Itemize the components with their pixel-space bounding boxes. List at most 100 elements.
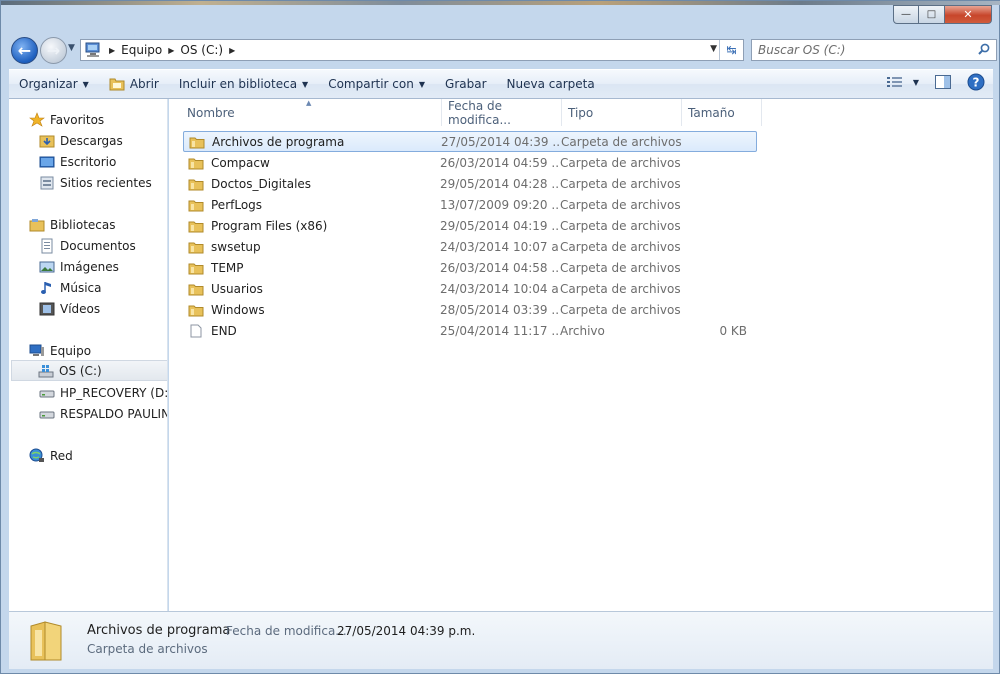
change-view-button[interactable]: ▼ xyxy=(886,76,919,88)
sidebar-item-computer[interactable]: Equipo xyxy=(29,340,91,361)
file-date: 26/03/2014 04:58 ... xyxy=(440,260,560,275)
column-header-label: Fecha de modifica... xyxy=(448,98,511,127)
sidebar-item-favorites[interactable]: Favoritos xyxy=(29,109,104,130)
navigation-bar: ← → ▼ ▶ Equipo ▶ OS (C:) ▶ ▼ ↹ xyxy=(9,31,999,65)
file-date: 24/03/2014 10:07 a... xyxy=(440,239,560,254)
file-name: swsetup xyxy=(211,239,261,254)
table-row[interactable]: PerfLogs 13/07/2009 09:20 ... Carpeta de a… xyxy=(183,194,757,215)
sidebar-item-drive-d[interactable]: HP_RECOVERY (D:) xyxy=(39,382,168,403)
open-label: Abrir xyxy=(129,77,159,91)
sidebar-item-images[interactable]: Imágenes xyxy=(39,256,119,277)
new-folder-button[interactable]: Nueva carpeta xyxy=(497,72,605,96)
view-controls: ▼ ? xyxy=(886,73,985,91)
folder-large-icon xyxy=(30,621,62,661)
table-row[interactable]: Doctos_Digitales 29/05/2014 04:28 ... Carp… xyxy=(183,173,757,194)
sidebar-item-label: Equipo xyxy=(50,343,92,358)
file-date: 25/04/2014 11:17 ... xyxy=(440,323,560,338)
search-icon[interactable] xyxy=(978,43,990,55)
column-header-label: Nombre xyxy=(187,105,235,120)
file-name: Archivos de programa xyxy=(212,134,345,149)
sidebar-item-downloads[interactable]: Descargas xyxy=(39,130,123,151)
file-name: TEMP xyxy=(211,260,244,275)
hard-drive-icon xyxy=(39,411,55,418)
chevron-down-icon: ▼ xyxy=(418,79,426,89)
sidebar-item-desktop[interactable]: Escritorio xyxy=(39,151,116,172)
search-input[interactable] xyxy=(752,41,962,59)
table-row[interactable]: END 25/04/2014 11:17 ... Archivo 0 KB xyxy=(183,320,757,341)
refresh-icon[interactable]: ↹ xyxy=(719,40,743,60)
sidebar-item-label: OS (C:) xyxy=(59,363,102,378)
file-size: 0 KB xyxy=(719,323,747,338)
help-icon[interactable]: ? xyxy=(967,73,985,91)
column-header-label: Tamaño xyxy=(688,105,735,120)
file-name-cell: Compacw xyxy=(183,156,440,170)
chevron-right-icon[interactable]: ▶ xyxy=(109,46,115,55)
table-row[interactable]: Windows 28/05/2014 03:39 ... Carpeta de ar… xyxy=(183,299,757,320)
sidebar-item-libraries[interactable]: Bibliotecas xyxy=(29,214,115,235)
file-type: Carpeta de archivos xyxy=(560,218,681,233)
details-view-icon xyxy=(886,77,902,87)
burn-label: Grabar xyxy=(445,77,487,91)
sidebar-item-network[interactable]: Red xyxy=(29,445,73,466)
address-dropdown-icon[interactable]: ▼ xyxy=(710,44,717,54)
sidebar-item-music[interactable]: Música xyxy=(39,277,102,298)
back-button[interactable]: ← xyxy=(11,37,38,64)
folder-icon xyxy=(188,221,204,232)
breadcrumb-equipo[interactable]: Equipo xyxy=(121,43,162,57)
column-header-name[interactable]: Nombre ▲ xyxy=(169,99,442,126)
computer-icon xyxy=(85,42,100,57)
include-label: Incluir en biblioteca xyxy=(178,77,298,91)
window-controls: — □ ✕ xyxy=(893,5,997,24)
address-bar[interactable]: ▶ Equipo ▶ OS (C:) ▶ ▼ ↹ xyxy=(80,39,744,61)
system-drive-icon xyxy=(38,364,54,377)
file-date: 28/05/2014 03:39 ... xyxy=(440,302,560,317)
preview-pane-icon[interactable] xyxy=(935,75,951,89)
file-type: Carpeta de archivos xyxy=(560,176,681,191)
table-row[interactable]: Usuarios 24/03/2014 10:04 a... Carpeta de … xyxy=(183,278,757,299)
sidebar-item-drive-e[interactable]: RESPALDO PAULINA xyxy=(39,403,167,424)
column-header-date[interactable]: Fecha de modifica... xyxy=(442,98,562,127)
forward-button[interactable]: → xyxy=(40,37,67,64)
folder-icon xyxy=(188,200,204,211)
file-date: 26/03/2014 04:59 ... xyxy=(440,155,560,170)
organize-label: Organizar xyxy=(19,77,78,91)
explorer-window: — □ ✕ ← → ▼ ▶ Equipo ▶ OS (C:) ▶ ▼ ↹ Bus… xyxy=(0,0,1000,674)
chevron-down-icon: ▼ xyxy=(302,79,309,89)
table-row[interactable]: TEMP 26/03/2014 04:58 ... Carpeta de archi… xyxy=(183,257,757,278)
details-item-type: Carpeta de archivos xyxy=(87,642,208,656)
file-type: Carpeta de archivos xyxy=(560,281,681,296)
table-row[interactable]: Compacw 26/03/2014 04:59 ... Carpeta de ar… xyxy=(183,152,757,173)
close-button[interactable]: ✕ xyxy=(945,5,992,24)
file-type: Carpeta de archivos xyxy=(560,260,681,275)
file-type: Carpeta de archivos xyxy=(561,134,682,149)
open-button[interactable]: Abrir xyxy=(99,72,169,96)
breadcrumb-drive-c[interactable]: OS (C:) xyxy=(180,43,223,57)
network-icon xyxy=(29,448,44,462)
recent-pages-dropdown[interactable]: ▼ xyxy=(68,43,75,53)
column-header-type[interactable]: Tipo xyxy=(562,99,682,126)
organize-menu[interactable]: Organizar ▼ xyxy=(9,72,99,96)
chevron-right-icon[interactable]: ▶ xyxy=(229,46,235,55)
sidebar-item-videos[interactable]: Vídeos xyxy=(39,298,100,319)
sidebar-item-recent-places[interactable]: Sitios recientes xyxy=(39,172,152,193)
table-row[interactable]: swsetup 24/03/2014 10:07 a... Carpeta de a… xyxy=(183,236,757,257)
file-date: 29/05/2014 04:19 ... xyxy=(440,218,560,233)
column-header-size[interactable]: Tamaño xyxy=(682,99,762,126)
sidebar-item-label: Red xyxy=(50,448,73,463)
maximize-button[interactable]: □ xyxy=(919,5,945,24)
sidebar-item-label: Documentos xyxy=(60,238,136,253)
folder-icon xyxy=(188,179,204,190)
sidebar-item-drive-c[interactable]: OS (C:) xyxy=(11,360,167,381)
burn-button[interactable]: Grabar xyxy=(435,72,497,96)
chevron-right-icon[interactable]: ▶ xyxy=(168,46,174,55)
minimize-button[interactable]: — xyxy=(893,5,919,24)
file-type: Carpeta de archivos xyxy=(560,302,681,317)
file-date: 29/05/2014 04:28 ... xyxy=(440,176,560,191)
share-with-menu[interactable]: Compartir con ▼ xyxy=(318,72,435,96)
table-row[interactable]: Program Files (x86) 29/05/2014 04:19 ... C… xyxy=(183,215,757,236)
file-type: Carpeta de archivos xyxy=(560,197,681,212)
sidebar-item-documents[interactable]: Documentos xyxy=(39,235,136,256)
include-in-library-menu[interactable]: Incluir en biblioteca ▼ xyxy=(169,72,318,96)
table-row[interactable]: Archivos de programa 27/05/2014 04:39 ...… xyxy=(183,131,757,152)
sidebar-item-label: HP_RECOVERY (D:) xyxy=(60,385,168,400)
